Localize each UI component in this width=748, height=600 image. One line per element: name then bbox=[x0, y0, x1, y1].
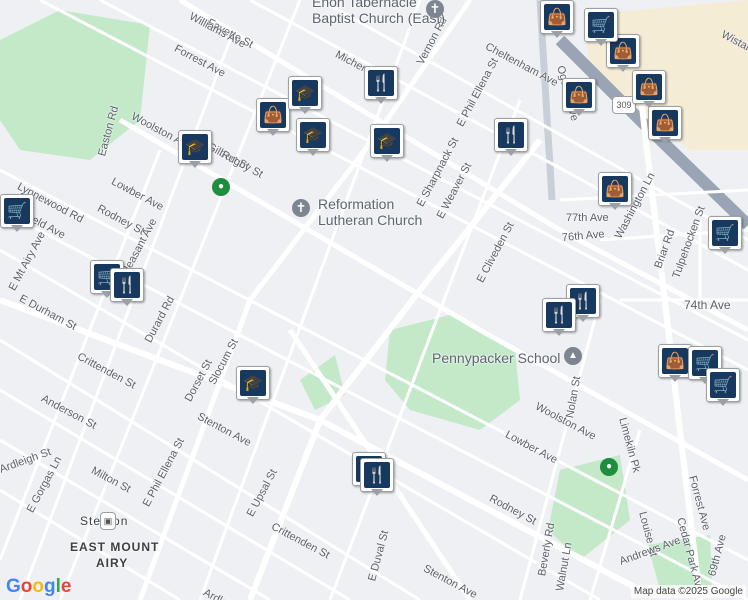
shopping-bag-icon[interactable]: 👜 bbox=[598, 172, 634, 212]
place-label: Pennypacker School bbox=[432, 350, 561, 366]
shopping-bag-icon[interactable]: 👜 bbox=[540, 0, 576, 40]
church-icon[interactable]: ✝ bbox=[426, 0, 444, 18]
area-label: AIRY bbox=[96, 556, 129, 570]
graduation-cap-icon[interactable]: 🎓 bbox=[370, 124, 406, 164]
shopping-bag-icon[interactable]: 👜 bbox=[632, 70, 668, 110]
place-label: Lutheran Church bbox=[318, 212, 423, 228]
area-label: EAST MOUNT bbox=[70, 540, 160, 554]
shopping-cart-icon[interactable]: 🛒 bbox=[708, 216, 744, 256]
shopping-cart-icon[interactable]: 🛒 bbox=[706, 368, 742, 408]
map-canvas[interactable]: Fayette St Williams Ave Forrest Ave Mich… bbox=[0, 0, 748, 600]
place-label: Reformation bbox=[318, 196, 395, 212]
shopping-cart-icon[interactable]: 🛒 bbox=[584, 8, 620, 48]
fork-knife-icon[interactable]: 🍴 bbox=[494, 118, 530, 158]
church-icon[interactable]: ✝ bbox=[292, 199, 310, 217]
place-label: Baptist Church (East) bbox=[312, 10, 446, 26]
shopping-cart-icon[interactable]: 🛒 bbox=[0, 194, 36, 234]
shopping-bag-icon[interactable]: 👜 bbox=[256, 98, 292, 138]
graduation-cap-icon[interactable]: 🎓 bbox=[288, 76, 324, 116]
street-label: 77th Ave bbox=[566, 212, 609, 224]
school-pin-icon[interactable]: ▲ bbox=[564, 347, 582, 365]
map-attribution: Map data ©2025 Google bbox=[630, 585, 746, 598]
place-label: Enon Tabernacle bbox=[312, 0, 417, 10]
train-icon[interactable]: ▣ bbox=[100, 512, 116, 530]
fork-knife-icon[interactable]: 🍴 bbox=[364, 66, 400, 106]
street-label: 74th Ave bbox=[684, 298, 731, 312]
park-pin-icon[interactable]: ● bbox=[600, 458, 618, 476]
fork-knife-icon[interactable]: 🍴 bbox=[110, 268, 146, 308]
graduation-cap-icon[interactable]: 🎓 bbox=[178, 130, 214, 170]
graduation-cap-icon[interactable]: 🎓 bbox=[236, 366, 272, 406]
shopping-bag-icon[interactable]: 👜 bbox=[562, 78, 598, 118]
shopping-bag-icon[interactable]: 👜 bbox=[648, 106, 684, 146]
fork-knife-icon[interactable]: 🍴 bbox=[542, 298, 578, 338]
graduation-cap-icon[interactable]: 🎓 bbox=[296, 118, 332, 158]
activity-pin-icon[interactable]: ● bbox=[212, 178, 230, 196]
google-logo: Google bbox=[6, 576, 72, 597]
fork-knife-icon[interactable]: 🍴 bbox=[360, 458, 396, 498]
